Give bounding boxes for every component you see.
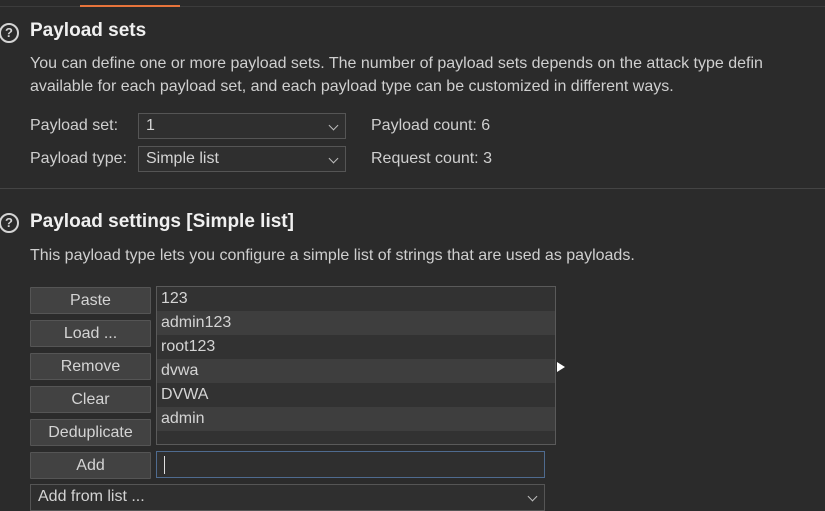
load-button[interactable]: Load ... [30, 320, 151, 347]
payload-settings-title: Payload settings [Simple list] [30, 211, 294, 232]
payload-settings-description: This payload type lets you configure a s… [30, 247, 635, 264]
request-count: Request count: 3 [371, 150, 492, 167]
payload-sets-description-line2: available for each payload set, and each… [30, 78, 674, 95]
list-item[interactable]: dvwa [157, 359, 555, 383]
add-button[interactable]: Add [30, 452, 151, 479]
list-item[interactable]: admin123 [157, 311, 555, 335]
help-icon[interactable]: ? [0, 213, 19, 233]
help-icon[interactable]: ? [0, 23, 19, 43]
chevron-down-icon [328, 120, 339, 131]
clear-button[interactable]: Clear [30, 386, 151, 413]
add-from-list-label: Add from list ... [38, 488, 145, 505]
mouse-cursor-icon [557, 362, 565, 372]
list-item[interactable]: admin [157, 407, 555, 431]
list-item[interactable]: root123 [157, 335, 555, 359]
active-tab-indicator [80, 5, 180, 7]
chevron-down-icon [328, 153, 339, 164]
list-item[interactable]: 123 [157, 287, 555, 311]
section-divider [0, 188, 825, 189]
payload-count: Payload count: 6 [371, 117, 491, 134]
tab-bar [0, 0, 825, 7]
paste-button[interactable]: Paste [30, 287, 151, 314]
add-from-list-select[interactable]: Add from list ... [30, 484, 545, 511]
payload-type-label: Payload type: [30, 150, 127, 167]
remove-button[interactable]: Remove [30, 353, 151, 380]
add-payload-input[interactable] [156, 451, 545, 478]
payload-set-select[interactable]: 1 [138, 113, 346, 139]
payload-sets-description-line1: You can define one or more payload sets.… [30, 55, 763, 72]
payload-type-value: Simple list [146, 150, 219, 167]
payload-type-select[interactable]: Simple list [138, 146, 346, 172]
deduplicate-button[interactable]: Deduplicate [30, 419, 151, 446]
list-item[interactable]: DVWA [157, 383, 555, 407]
payload-list[interactable]: 123 admin123 root123 dvwa DVWA admin [156, 286, 556, 445]
chevron-down-icon [527, 491, 538, 502]
add-payload-field[interactable] [157, 452, 544, 477]
payload-set-label: Payload set: [30, 117, 119, 134]
payload-set-value: 1 [146, 117, 155, 134]
intruder-payloads-panel: ? Payload sets You can define one or mor… [0, 0, 825, 511]
payload-sets-title: Payload sets [30, 20, 147, 41]
